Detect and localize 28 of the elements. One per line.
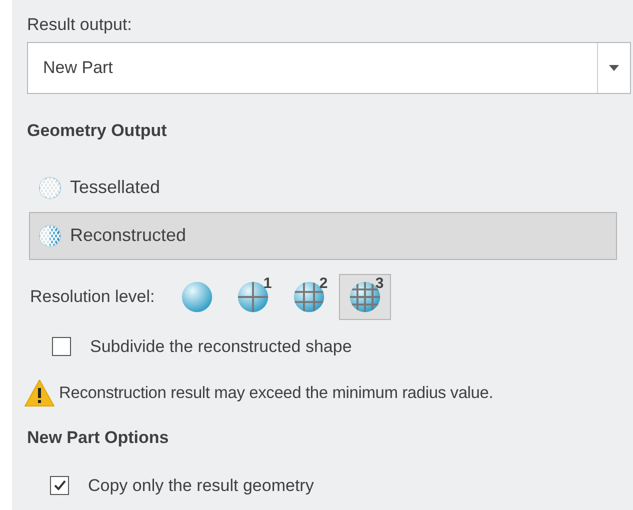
warning-message: Reconstruction result may exceed the minimum radius value. [59,382,494,404]
geometry-option[interactable]: Tessellated [29,164,617,212]
level-number: 1 [263,276,272,290]
field-label: Result output: [27,14,133,36]
result-output-dropdown[interactable]: New Part [27,42,631,94]
level-number: 3 [375,276,384,290]
dropdown-value: New Part [42,57,114,80]
resolution-level-button[interactable]: 1 [226,274,279,320]
section-heading: New Part Options [27,427,170,449]
warning-icon [24,379,55,407]
geometry-option[interactable]: Reconstructed [29,212,617,260]
resolution-label: Resolution level: [30,286,155,308]
sphere-icon [236,280,270,314]
sphere-icon [348,280,382,314]
section-heading: Geometry Output [27,120,168,142]
checkbox-label: Copy only the result geometry [88,474,314,496]
checkmark-icon [52,478,66,492]
checkbox[interactable] [50,476,69,495]
mesh-sphere-icon [38,176,62,200]
caret-icon [609,65,619,71]
resolution-level-button[interactable]: 3 [338,274,391,320]
sphere-icon [292,280,326,314]
level-number: 2 [319,276,328,290]
checkbox[interactable] [52,336,71,356]
mesh-sphere-icon [38,224,62,248]
checkbox-label: Subdivide the reconstructed shape [90,336,352,358]
sphere-icon [180,280,214,314]
resolution-level-button[interactable]: 2 [282,274,335,320]
